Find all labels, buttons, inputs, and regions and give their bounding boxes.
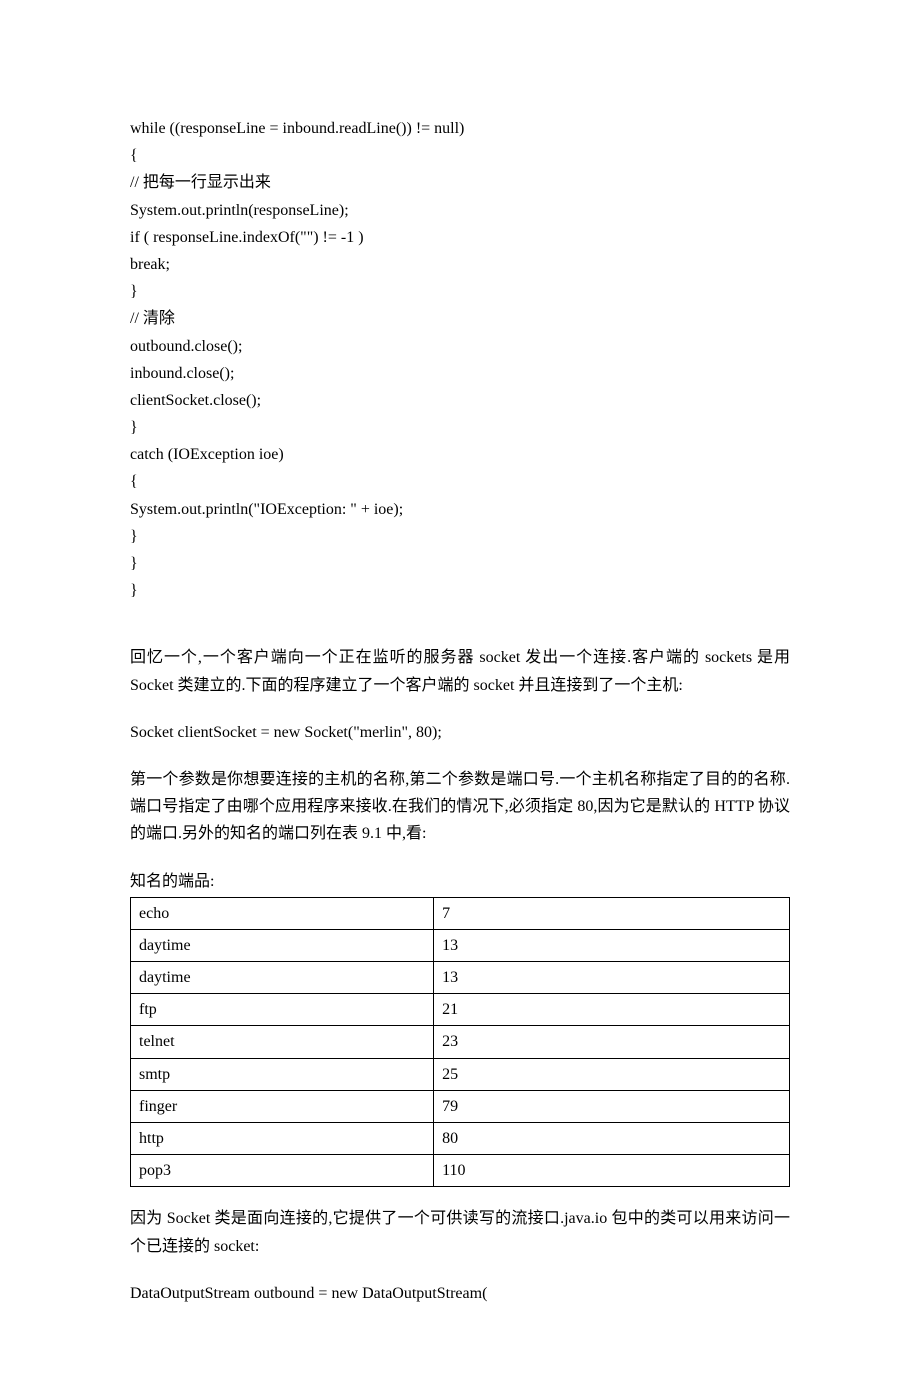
paragraph-params: 第一个参数是你想要连接的主机的名称,第二个参数是端口号.一个主机名称指定了目的的…	[130, 766, 790, 848]
port-number-cell: 21	[434, 994, 790, 1026]
port-number-cell: 23	[434, 1026, 790, 1058]
port-number-cell: 79	[434, 1090, 790, 1122]
port-name-cell: http	[131, 1123, 434, 1155]
port-name-cell: finger	[131, 1090, 434, 1122]
table-row: smtp25	[131, 1058, 790, 1090]
code-line-socket: Socket clientSocket = new Socket("merlin…	[130, 719, 790, 746]
port-number-cell: 25	[434, 1058, 790, 1090]
paragraph-recall: 回忆一个,一个客户端向一个正在监听的服务器 socket 发出一个连接.客户端的…	[130, 644, 790, 698]
ports-table-body: echo7daytime13daytime13ftp21telnet23smtp…	[131, 897, 790, 1187]
document-page: while ((responseLine = inbound.readLine(…	[0, 0, 920, 1387]
paragraph-stream: 因为 Socket 类是面向连接的,它提供了一个可供读写的流接口.java.io…	[130, 1205, 790, 1259]
code-line-outbound: DataOutputStream outbound = new DataOutp…	[130, 1280, 790, 1307]
port-name-cell: pop3	[131, 1155, 434, 1187]
table-row: daytime13	[131, 962, 790, 994]
port-number-cell: 13	[434, 929, 790, 961]
table-row: telnet23	[131, 1026, 790, 1058]
port-name-cell: telnet	[131, 1026, 434, 1058]
port-name-cell: smtp	[131, 1058, 434, 1090]
port-name-cell: daytime	[131, 929, 434, 961]
table-row: ftp21	[131, 994, 790, 1026]
table-row: daytime13	[131, 929, 790, 961]
port-name-cell: echo	[131, 897, 434, 929]
port-number-cell: 13	[434, 962, 790, 994]
table-caption: 知名的端品:	[130, 868, 790, 895]
code-block-1: while ((responseLine = inbound.readLine(…	[130, 115, 790, 604]
port-number-cell: 110	[434, 1155, 790, 1187]
port-number-cell: 80	[434, 1123, 790, 1155]
port-name-cell: daytime	[131, 962, 434, 994]
table-row: echo7	[131, 897, 790, 929]
table-row: finger79	[131, 1090, 790, 1122]
table-row: http80	[131, 1123, 790, 1155]
table-row: pop3110	[131, 1155, 790, 1187]
ports-table: echo7daytime13daytime13ftp21telnet23smtp…	[130, 897, 790, 1188]
port-number-cell: 7	[434, 897, 790, 929]
port-name-cell: ftp	[131, 994, 434, 1026]
